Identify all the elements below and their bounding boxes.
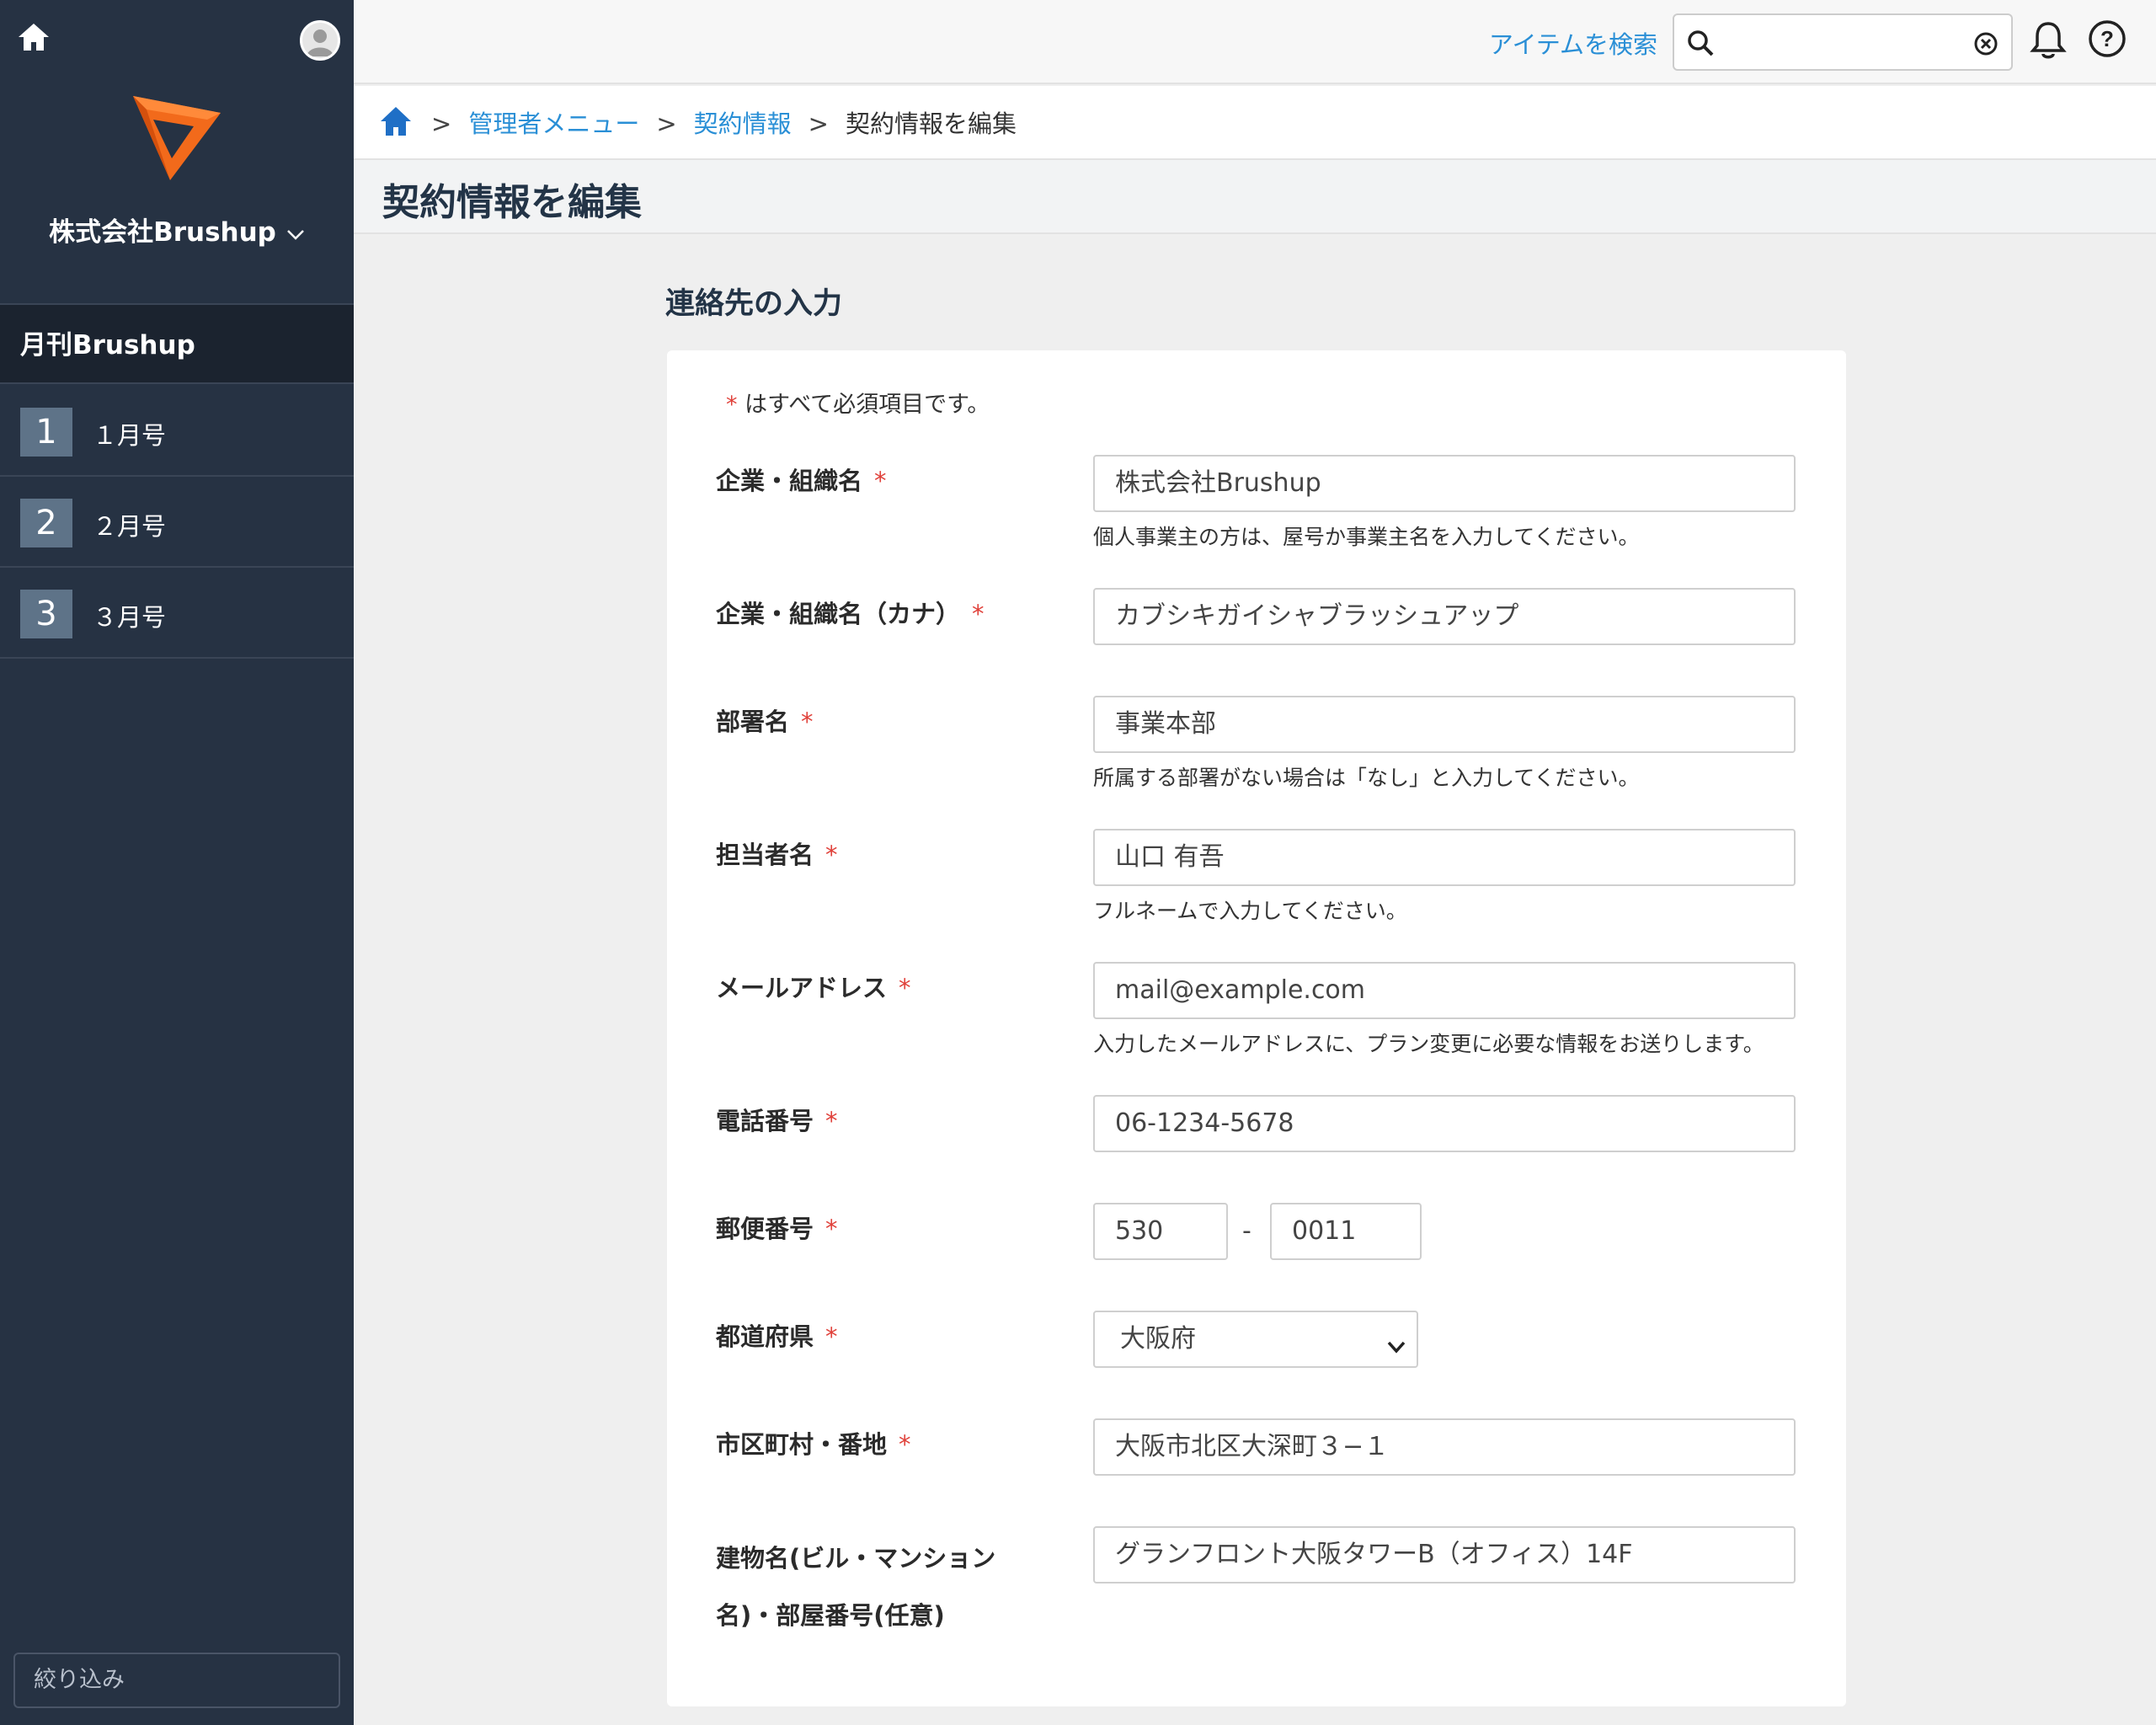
- breadcrumb-admin-menu[interactable]: 管理者メニュー: [468, 109, 639, 138]
- required-star: *: [726, 392, 738, 418]
- item-search-link[interactable]: アイテムを検索: [1489, 25, 1657, 61]
- sidebar-item-label: １月号: [93, 421, 167, 450]
- page-header: 契約情報を編集: [354, 160, 2156, 234]
- breadcrumb-current: 契約情報を編集: [845, 109, 1017, 138]
- issue-number-badge: 2: [20, 499, 72, 547]
- page-title: 契約情報を編集: [382, 181, 642, 224]
- field-label: 郵便番号 *: [716, 1206, 1002, 1252]
- field-hint: 個人事業主の方は、屋号か事業主名を入力してください。: [1093, 525, 1640, 549]
- field-label-text: 担当者名: [716, 841, 814, 869]
- sidebar: 株式会社Brushup 月刊Brushup 1 １月号 2 ２月号 3 ３月号 …: [0, 0, 354, 1725]
- breadcrumb: > 管理者メニュー > 契約情報 > 契約情報を編集: [354, 86, 2156, 160]
- contact-form-card: * はすべて必須項目です。 企業・組織名 * 株式会社Brushup 個人事業主の…: [667, 350, 1846, 1706]
- company-switcher[interactable]: 株式会社Brushup: [0, 211, 354, 248]
- required-star: *: [972, 600, 985, 628]
- search-icon: [1686, 29, 1715, 57]
- help-icon[interactable]: ?: [2087, 19, 2127, 59]
- company-kana-input[interactable]: カブシキガイシャブラッシュアップ: [1093, 588, 1796, 645]
- field-label: 企業・組織名 *: [716, 458, 1002, 505]
- postal-code-second-input[interactable]: 0011: [1270, 1203, 1422, 1260]
- clear-icon[interactable]: [1972, 30, 1999, 57]
- breadcrumb-separator: >: [808, 109, 829, 138]
- home-icon[interactable]: [17, 20, 51, 54]
- prefecture-select[interactable]: 大阪府: [1093, 1311, 1418, 1368]
- form-section-title: 連絡先の入力: [665, 287, 843, 321]
- sidebar-item-label: ２月号: [93, 512, 167, 541]
- field-label-line: 名)・部屋番号(任意): [716, 1601, 945, 1630]
- search-input[interactable]: [1673, 13, 2013, 71]
- required-star: *: [825, 1215, 838, 1243]
- field-label: 都道府県 *: [716, 1314, 1002, 1360]
- required-star: *: [825, 1322, 838, 1351]
- sidebar-item-issue-2[interactable]: 2 ２月号: [0, 477, 354, 568]
- email-field[interactable]: mail@example.com: [1093, 962, 1796, 1019]
- field-label-text: 部署名: [716, 708, 790, 736]
- field-label: 建物名(ビル・マンション 名)・部屋番号(任意): [716, 1530, 1070, 1644]
- bell-icon[interactable]: [2030, 20, 2067, 61]
- chevron-down-icon: [286, 217, 305, 248]
- field-label-text: 都道府県: [716, 1322, 814, 1351]
- prefecture-selected-value: 大阪府: [1120, 1324, 1196, 1354]
- breadcrumb-separator: >: [656, 109, 677, 138]
- city-address-input[interactable]: 大阪市北区大深町３−１: [1093, 1418, 1796, 1476]
- company-name: 株式会社Brushup: [49, 217, 276, 248]
- field-label: メールアドレス *: [716, 965, 1002, 1012]
- sidebar-item-issue-3[interactable]: 3 ３月号: [0, 568, 354, 659]
- sidebar-section-title[interactable]: 月刊Brushup: [0, 303, 354, 384]
- building-input[interactable]: グランフロント大阪タワーB（オフィス）14F: [1093, 1526, 1796, 1583]
- required-star: *: [825, 841, 838, 869]
- postal-separator: -: [1242, 1216, 1251, 1246]
- company-name-input[interactable]: 株式会社Brushup: [1093, 455, 1796, 512]
- required-star: *: [899, 974, 911, 1002]
- field-label: 企業・組織名（カナ） *: [716, 591, 1070, 638]
- field-hint: 入力したメールアドレスに、プラン変更に必要な情報をお送りします。: [1093, 1032, 1764, 1056]
- contact-name-input[interactable]: 山口 有吾: [1093, 829, 1796, 886]
- svg-text:?: ?: [2100, 26, 2114, 51]
- required-note: * はすべて必須項目です。: [726, 386, 990, 419]
- phone-input[interactable]: 06-1234-5678: [1093, 1095, 1796, 1152]
- brushup-logo: [126, 88, 227, 189]
- field-label: 電話番号 *: [716, 1098, 1002, 1145]
- postal-code-first-input[interactable]: 530: [1093, 1203, 1228, 1260]
- required-star: *: [825, 1107, 838, 1135]
- top-bar: アイテムを検索 ?: [354, 0, 2156, 84]
- chevron-down-icon: [1385, 1326, 1408, 1354]
- field-label: 部署名 *: [716, 699, 1002, 745]
- field-label: 担当者名 *: [716, 832, 1002, 879]
- issue-number-badge: 1: [20, 408, 72, 457]
- field-label-text: 市区町村・番地: [716, 1430, 888, 1459]
- sidebar-item-issue-1[interactable]: 1 １月号: [0, 386, 354, 477]
- issue-number-badge: 3: [20, 590, 72, 638]
- field-hint: 所属する部署がない場合は「なし」と入力してください。: [1093, 766, 1640, 790]
- field-label: 市区町村・番地 *: [716, 1422, 1002, 1468]
- breadcrumb-contract-info[interactable]: 契約情報: [694, 109, 792, 138]
- avatar[interactable]: [300, 20, 340, 61]
- breadcrumb-separator: >: [431, 109, 452, 138]
- filter-input[interactable]: 絞り込み: [13, 1653, 340, 1708]
- required-star: *: [874, 467, 887, 495]
- breadcrumb-home-icon[interactable]: [379, 104, 413, 138]
- field-label-line: 建物名(ビル・マンション: [716, 1544, 996, 1573]
- field-label-text: 企業・組織名（カナ）: [716, 600, 961, 628]
- department-input[interactable]: 事業本部: [1093, 696, 1796, 753]
- sidebar-item-label: ３月号: [93, 603, 167, 632]
- required-star: *: [801, 708, 814, 736]
- required-note-text: はすべて必須項目です。: [744, 392, 990, 418]
- field-label-text: メールアドレス: [716, 974, 888, 1002]
- required-star: *: [899, 1430, 911, 1459]
- field-label-text: 電話番号: [716, 1107, 814, 1135]
- field-label-text: 企業・組織名: [716, 467, 863, 495]
- field-hint: フルネームで入力してください。: [1093, 899, 1407, 923]
- field-label-text: 郵便番号: [716, 1215, 814, 1243]
